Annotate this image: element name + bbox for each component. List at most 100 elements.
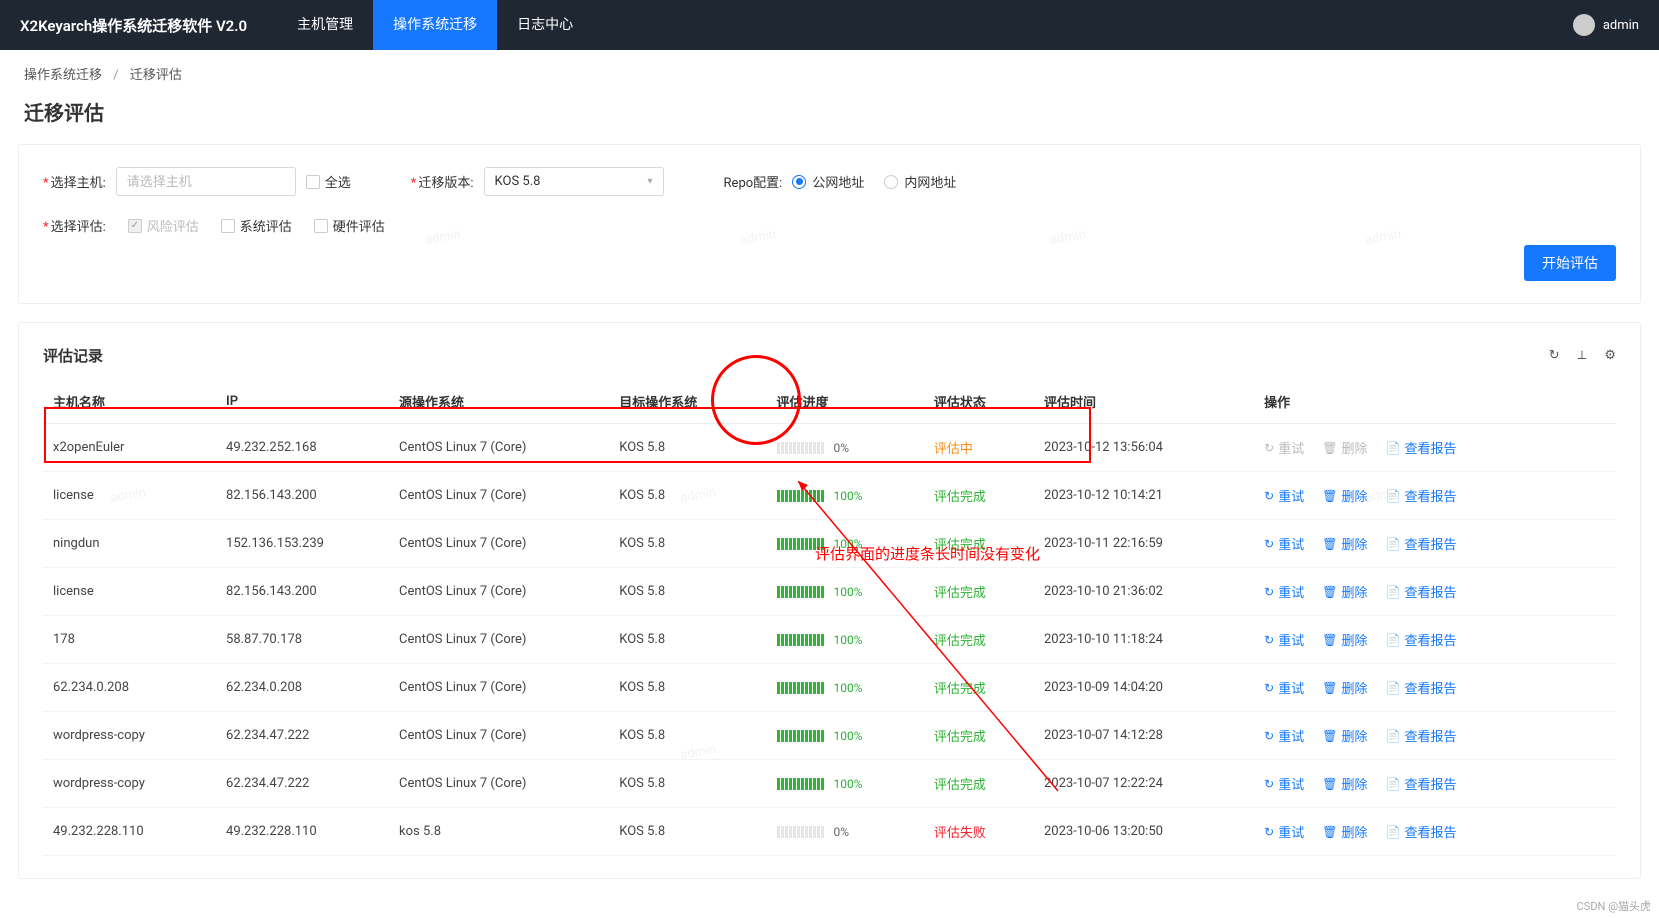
radio-icon (884, 175, 898, 189)
cell-status: 评估完成 (924, 664, 1034, 712)
cell-time: 2023-10-07 14:12:28 (1034, 712, 1254, 760)
retry-button[interactable]: ↻重试 (1264, 822, 1304, 841)
select-all-checkbox[interactable]: 全选 (306, 172, 351, 191)
table-row: 62.234.0.20862.234.0.208CentOS Linux 7 (… (43, 664, 1616, 712)
cell-src: CentOS Linux 7 (Core) (389, 568, 609, 616)
checkbox-icon (221, 219, 235, 233)
retry-icon: ↻ (1264, 681, 1274, 695)
cell-host: ningdun (43, 520, 216, 568)
cell-time: 2023-10-12 10:14:21 (1034, 472, 1254, 520)
retry-button[interactable]: ↻重试 (1264, 486, 1304, 505)
view-report-button[interactable]: 📄查看报告 (1386, 774, 1457, 793)
select-host-item: *选择主机: 全选 (43, 167, 351, 196)
report-icon: 📄 (1386, 585, 1401, 599)
retry-button[interactable]: ↻重试 (1264, 534, 1304, 553)
retry-button[interactable]: ↻重试 (1264, 774, 1304, 793)
cell-actions: ↻重试 🗑删除 📄查看报告 (1254, 616, 1616, 664)
select-host-input[interactable] (116, 167, 296, 196)
cell-time: 2023-10-12 13:56:04 (1034, 424, 1254, 472)
retry-button[interactable]: ↻重试 (1264, 726, 1304, 745)
cell-host: license (43, 568, 216, 616)
cell-src: CentOS Linux 7 (Core) (389, 760, 609, 808)
system-eval-checkbox[interactable]: 系统评估 (221, 216, 292, 235)
cell-ip: 82.156.143.200 (216, 568, 389, 616)
view-report-button[interactable]: 📄查看报告 (1386, 582, 1457, 601)
start-eval-button[interactable]: 开始评估 (1524, 245, 1616, 281)
cell-status: 评估完成 (924, 520, 1034, 568)
cell-ip: 152.136.153.239 (216, 520, 389, 568)
view-report-button[interactable]: 📄查看报告 (1386, 630, 1457, 649)
report-icon: 📄 (1386, 441, 1401, 455)
delete-button[interactable]: 🗑删除 (1322, 678, 1367, 697)
delete-button[interactable]: 🗑删除 (1322, 630, 1367, 649)
report-icon: 📄 (1386, 633, 1401, 647)
view-report-button[interactable]: 📄查看报告 (1386, 534, 1457, 553)
repo-private-radio[interactable]: 内网地址 (884, 172, 956, 191)
table-header: 评估时间 (1034, 380, 1254, 424)
cell-actions: ↻重试🗑删除📄查看报告 (1254, 424, 1616, 472)
delete-icon: 🗑 (1322, 441, 1337, 455)
cell-ip: 49.232.228.110 (216, 808, 389, 856)
cell-time: 2023-10-11 22:16:59 (1034, 520, 1254, 568)
view-report-button[interactable]: 📄查看报告 (1386, 822, 1457, 841)
table-row: license82.156.143.200CentOS Linux 7 (Cor… (43, 568, 1616, 616)
retry-button[interactable]: ↻重试 (1264, 678, 1304, 697)
delete-icon: 🗑 (1322, 825, 1337, 839)
view-report-button[interactable]: 📄查看报告 (1386, 726, 1457, 745)
retry-button[interactable]: ↻重试 (1264, 582, 1304, 601)
delete-icon: 🗑 (1322, 633, 1337, 647)
view-report-button[interactable]: 📄查看报告 (1386, 486, 1457, 505)
cell-ip: 62.234.47.222 (216, 712, 389, 760)
risk-eval-checkbox[interactable]: ✓ 风险评估 (128, 216, 199, 235)
cell-actions: ↻重试 🗑删除 📄查看报告 (1254, 760, 1616, 808)
delete-button[interactable]: 🗑删除 (1322, 822, 1367, 841)
cell-actions: ↻重试 🗑删除 📄查看报告 (1254, 712, 1616, 760)
view-report-button[interactable]: 📄查看报告 (1386, 678, 1457, 697)
cell-src: CentOS Linux 7 (Core) (389, 424, 609, 472)
delete-button[interactable]: 🗑删除 (1322, 726, 1367, 745)
retry-button[interactable]: ↻重试 (1264, 630, 1304, 649)
nav-item-2[interactable]: 日志中心 (497, 0, 593, 50)
settings-icon[interactable]: ⚙ (1604, 348, 1616, 363)
retry-icon: ↻ (1264, 441, 1274, 455)
delete-button[interactable]: 🗑删除 (1322, 774, 1367, 793)
column-settings-icon[interactable]: ⟂ (1578, 348, 1587, 363)
view-report-button[interactable]: 📄查看报告 (1386, 438, 1457, 457)
cell-ip: 49.232.252.168 (216, 424, 389, 472)
cell-ip: 62.234.47.222 (216, 760, 389, 808)
records-table: 主机名称IP源操作系统目标操作系统评估进度评估状态评估时间操作 x2openEu… (43, 380, 1616, 856)
nav-item-1[interactable]: 操作系统迁移 (373, 0, 497, 50)
cell-host: x2openEuler (43, 424, 216, 472)
delete-icon: 🗑 (1322, 537, 1337, 551)
cell-dst: KOS 5.8 (609, 568, 766, 616)
cell-status: 评估完成 (924, 712, 1034, 760)
user-menu[interactable]: admin (1573, 14, 1639, 36)
delete-button[interactable]: 🗑删除 (1322, 582, 1367, 601)
table-row: ningdun152.136.153.239CentOS Linux 7 (Co… (43, 520, 1616, 568)
retry-icon: ↻ (1264, 585, 1274, 599)
cell-dst: KOS 5.8 (609, 424, 766, 472)
cell-ip: 82.156.143.200 (216, 472, 389, 520)
records-panel: 评估记录 ↻ ⟂ ⚙ 主机名称IP源操作系统目标操作系统评估进度评估状态评估时间… (18, 322, 1641, 879)
hardware-eval-checkbox[interactable]: 硬件评估 (314, 216, 385, 235)
retry-button: ↻重试 (1264, 438, 1304, 457)
repo-public-radio[interactable]: 公网地址 (792, 172, 864, 191)
table-header: 主机名称 (43, 380, 216, 424)
retry-icon: ↻ (1264, 825, 1274, 839)
breadcrumb-root[interactable]: 操作系统迁移 (24, 68, 102, 83)
version-select[interactable]: KOS 5.8 ▾ (484, 167, 664, 196)
cell-time: 2023-10-10 21:36:02 (1034, 568, 1254, 616)
nav-item-0[interactable]: 主机管理 (277, 0, 373, 50)
delete-button[interactable]: 🗑删除 (1322, 486, 1367, 505)
cell-time: 2023-10-09 14:04:20 (1034, 664, 1254, 712)
page-title: 迁移评估 (0, 97, 1659, 144)
refresh-icon[interactable]: ↻ (1549, 348, 1560, 363)
breadcrumb: 操作系统迁移 / 迁移评估 (0, 50, 1659, 97)
version-item: *迁移版本: KOS 5.8 ▾ (411, 167, 664, 196)
top-nav: 主机管理操作系统迁移日志中心 (277, 0, 593, 50)
watermark-footer: CSDN @猫头虎 (1577, 898, 1651, 914)
topbar: X2Keyarch操作系统迁移软件 V2.0 主机管理操作系统迁移日志中心 ad… (0, 0, 1659, 50)
report-icon: 📄 (1386, 777, 1401, 791)
table-header: 操作 (1254, 380, 1616, 424)
delete-button[interactable]: 🗑删除 (1322, 534, 1367, 553)
